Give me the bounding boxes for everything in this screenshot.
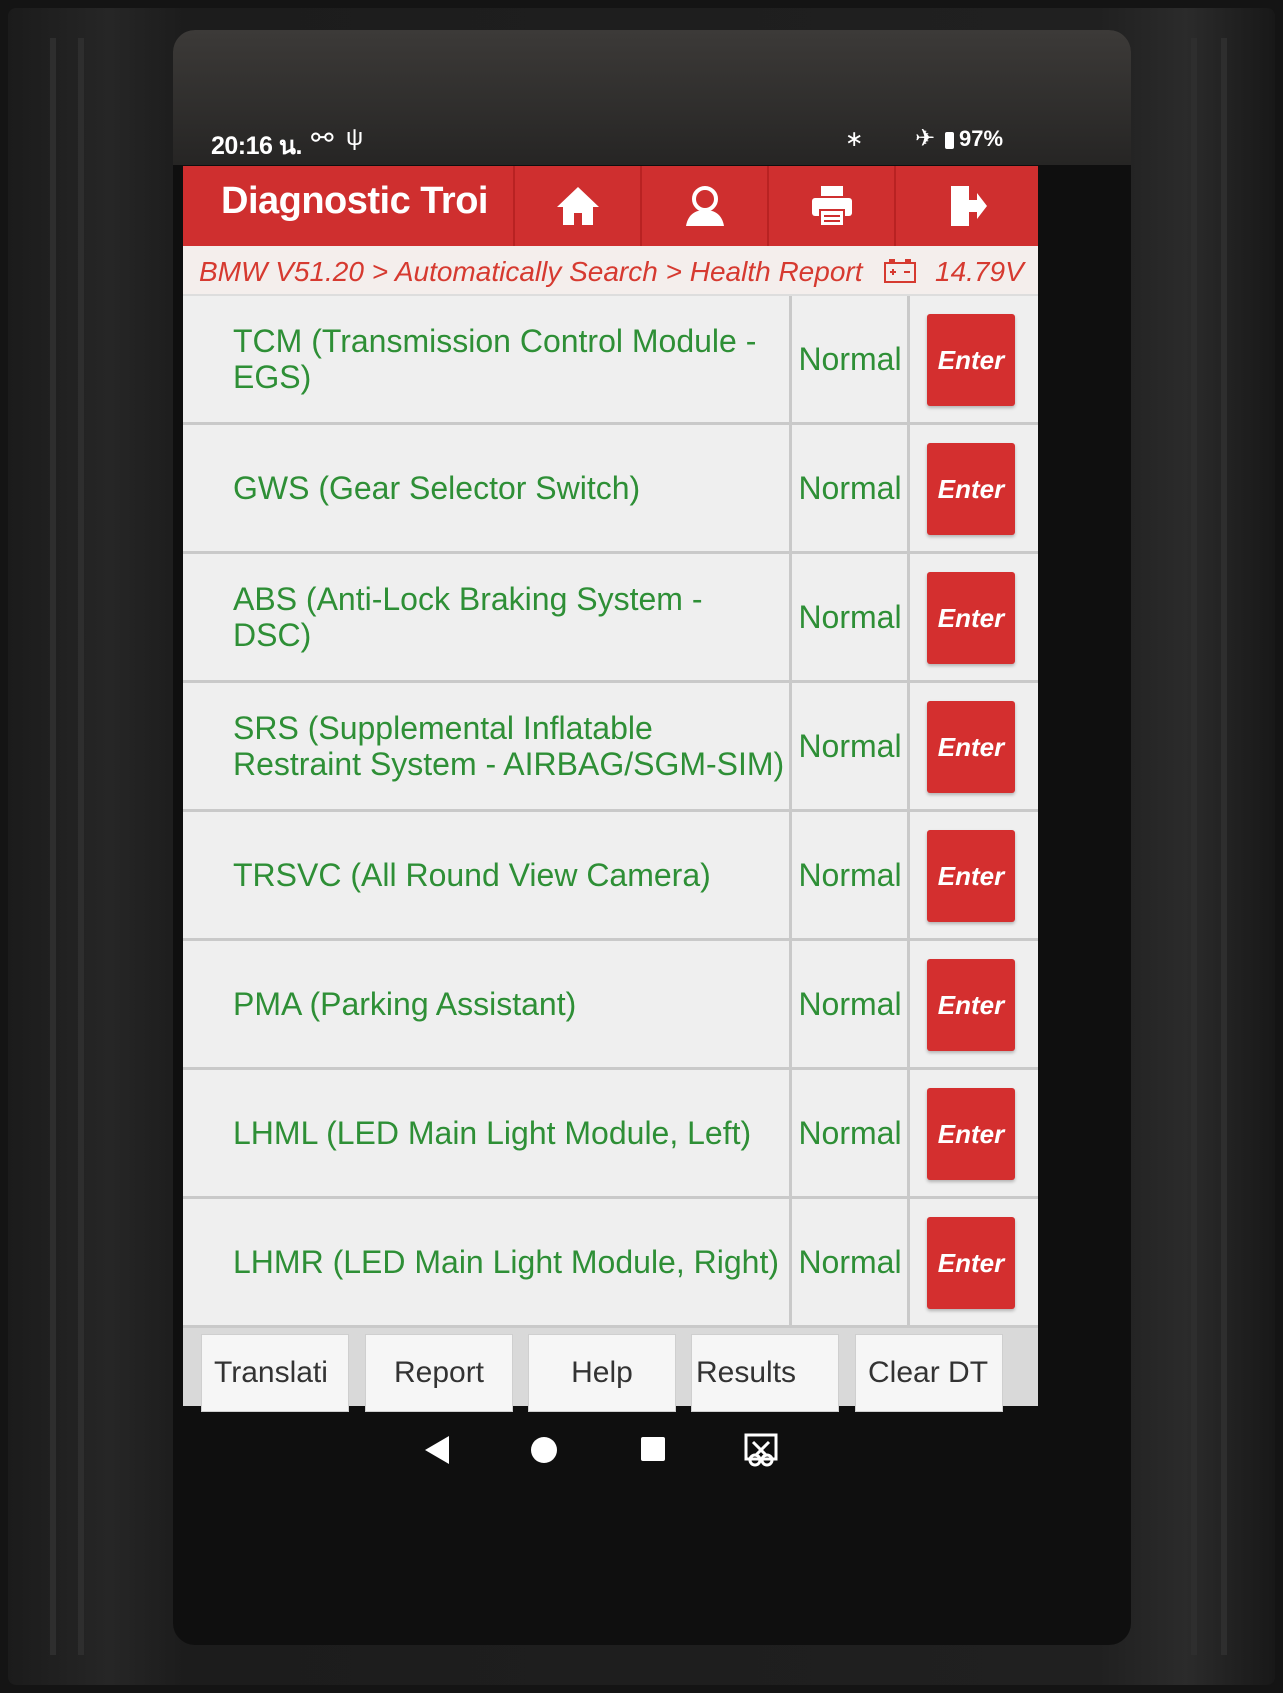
module-name: LHML (LED Main Light Module, Left)	[233, 1115, 752, 1151]
table-row: LHMR (LED Main Light Module, Right) Norm…	[183, 1199, 1038, 1328]
exit-button[interactable]	[894, 166, 1040, 246]
diagnostic-app: Diagnostic Troi BMW V51.20 > Automatical…	[183, 166, 1038, 1412]
recent-apps-icon[interactable]	[641, 1437, 665, 1461]
table-row: LHML (LED Main Light Module, Left) Norma…	[183, 1070, 1038, 1199]
column-divider	[907, 683, 910, 809]
usb-icon: ψ	[346, 124, 364, 151]
table-row: ABS (Anti-Lock Braking System - DSC) Nor…	[183, 554, 1038, 683]
module-name: TCM (Transmission Control Module - EGS)	[233, 323, 757, 395]
column-divider	[789, 941, 792, 1067]
bezel-ridge	[1221, 38, 1227, 1655]
module-name: TRSVC (All Round View Camera)	[233, 857, 711, 893]
module-name: SRS (Supplemental Inflatable Restraint S…	[233, 710, 785, 782]
clear-dtc-button[interactable]: Clear DT	[855, 1334, 1003, 1412]
back-icon[interactable]	[425, 1436, 449, 1464]
notification-icon: ⚯	[311, 123, 334, 153]
battery-voltage: 14.79V	[935, 256, 1024, 287]
home-icon	[556, 187, 599, 225]
column-divider	[907, 554, 910, 680]
module-name: PMA (Parking Assistant)	[233, 986, 577, 1022]
enter-button[interactable]: Enter	[927, 959, 1015, 1051]
module-list: TCM (Transmission Control Module - EGS) …	[183, 296, 1038, 1328]
help-button[interactable]: Help	[528, 1334, 676, 1412]
translation-button[interactable]: Translati	[201, 1334, 349, 1412]
home-circle-icon[interactable]	[531, 1437, 557, 1463]
column-divider	[789, 812, 792, 938]
bezel-ridge	[50, 38, 56, 1655]
print-icon	[811, 186, 852, 227]
column-divider	[907, 296, 910, 422]
column-divider	[789, 683, 792, 809]
enter-button[interactable]: Enter	[927, 314, 1015, 406]
column-divider	[907, 1199, 910, 1325]
tablet-frame: 20:16 น. ⚯ ψ ∗ ✈ 97% Diagnostic Troi BMW…	[8, 8, 1275, 1685]
android-nav-bar	[173, 1412, 1131, 1492]
table-row: TRSVC (All Round View Camera) Normal Ent…	[183, 812, 1038, 941]
module-status: Normal	[798, 1114, 902, 1151]
table-row: TCM (Transmission Control Module - EGS) …	[183, 296, 1038, 425]
results-button[interactable]: Results	[691, 1334, 839, 1412]
column-divider	[789, 1070, 792, 1196]
module-status: Normal	[798, 727, 902, 764]
column-divider	[907, 1070, 910, 1196]
bezel-ridge	[1191, 38, 1197, 1655]
enter-button[interactable]: Enter	[927, 572, 1015, 664]
enter-button[interactable]: Enter	[927, 443, 1015, 535]
home-button[interactable]	[513, 166, 640, 246]
report-button[interactable]: Report	[365, 1334, 513, 1412]
column-divider	[907, 812, 910, 938]
enter-button[interactable]: Enter	[927, 830, 1015, 922]
module-status: Normal	[798, 340, 902, 377]
enter-button[interactable]: Enter	[927, 1217, 1015, 1309]
module-status: Normal	[798, 1243, 902, 1280]
airplane-icon: ✈	[915, 125, 936, 152]
table-row: GWS (Gear Selector Switch) Normal Enter	[183, 425, 1038, 554]
module-name: GWS (Gear Selector Switch)	[233, 470, 641, 506]
tablet-screen: 20:16 น. ⚯ ψ ∗ ✈ 97% Diagnostic Troi BMW…	[173, 30, 1131, 1645]
column-divider	[907, 425, 910, 551]
breadcrumb-path: BMW V51.20 > Automatically Search > Heal…	[199, 256, 863, 287]
column-divider	[789, 1199, 792, 1325]
status-bar: 20:16 น. ⚯ ψ ∗ ✈ 97%	[173, 112, 1131, 166]
column-divider	[789, 296, 792, 422]
user-button[interactable]	[640, 166, 767, 246]
bezel-ridge	[78, 38, 84, 1655]
bottom-toolbar: Translati Report Help Results Clear DT	[183, 1328, 1038, 1412]
print-button[interactable]	[767, 166, 894, 246]
breadcrumb: BMW V51.20 > Automatically Search > Heal…	[183, 246, 1038, 296]
module-status: Normal	[798, 598, 902, 635]
bluetooth-icon: ∗	[845, 126, 864, 151]
column-divider	[907, 941, 910, 1067]
page-title: Diagnostic Troi	[221, 180, 488, 222]
table-row: SRS (Supplemental Inflatable Restraint S…	[183, 683, 1038, 812]
module-status: Normal	[798, 469, 902, 506]
status-time: 20:16 น.	[211, 132, 302, 160]
battery-icon	[945, 132, 954, 149]
enter-button[interactable]: Enter	[927, 701, 1015, 793]
enter-button[interactable]: Enter	[927, 1088, 1015, 1180]
module-status: Normal	[798, 856, 902, 893]
exit-icon	[951, 186, 987, 226]
car-battery-icon	[884, 259, 916, 283]
module-name: LHMR (LED Main Light Module, Right)	[233, 1244, 779, 1280]
table-row: PMA (Parking Assistant) Normal Enter	[183, 941, 1038, 1070]
screenshot-icon[interactable]	[743, 1432, 779, 1468]
column-divider	[789, 554, 792, 680]
app-header: Diagnostic Troi	[183, 166, 1038, 246]
column-divider	[789, 425, 792, 551]
user-icon	[685, 186, 724, 226]
battery-percent: 97%	[959, 126, 1004, 151]
module-status: Normal	[798, 985, 902, 1022]
module-name: ABS (Anti-Lock Braking System - DSC)	[233, 581, 703, 653]
